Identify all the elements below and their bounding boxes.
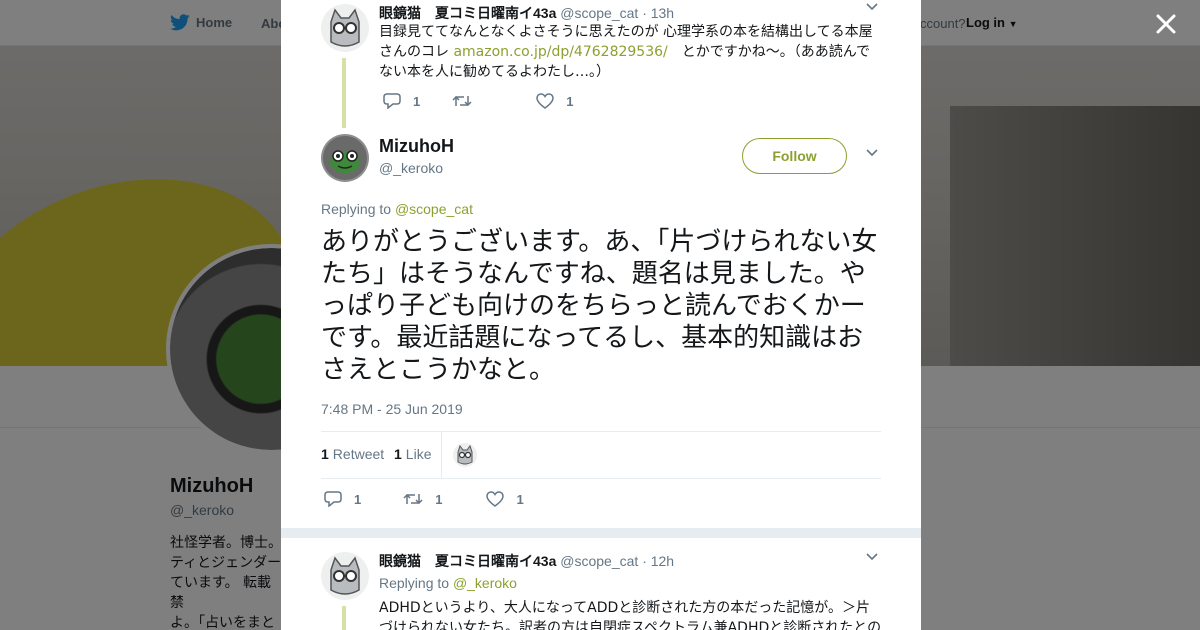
tweet-actions: 1 1 1 <box>324 491 524 507</box>
frog-avatar-icon <box>321 134 369 182</box>
reply-button[interactable]: 1 <box>324 491 361 507</box>
tweet-timestamp[interactable]: 7:48 PM - 25 Jun 2019 <box>321 401 463 417</box>
author-handle[interactable]: @_keroko <box>379 160 443 176</box>
retweets-stat[interactable]: 1 Retweet <box>321 446 384 462</box>
follow-button[interactable]: Follow <box>742 138 847 174</box>
author-handle[interactable]: @scope_cat <box>560 553 638 569</box>
cat-avatar-icon <box>453 443 477 467</box>
reply-count: 1 <box>354 491 362 507</box>
replying-to-handle[interactable]: @_keroko <box>453 575 517 591</box>
retweet-icon <box>452 95 472 107</box>
likes-stat[interactable]: 1 Like <box>394 446 431 462</box>
avatar[interactable] <box>321 134 369 182</box>
tweet-text: ADHDというより、大人になってADDと診断された方の本だった記憶が。＞片づけら… <box>379 600 882 630</box>
like-count: 1 <box>566 93 574 109</box>
replying-to-handle[interactable]: @scope_cat <box>395 201 473 217</box>
chevron-down-icon[interactable] <box>865 148 879 158</box>
reply-icon <box>383 93 401 109</box>
cat-avatar-icon <box>321 552 369 600</box>
retweet-count: 1 <box>435 491 443 507</box>
thread-line <box>342 58 346 128</box>
tweet-time[interactable]: · 13h <box>642 5 674 21</box>
tweet-header: 眼鏡猫 夏コミ日曜南イ43a @scope_cat · 13h <box>379 3 674 23</box>
tweet-header: 眼鏡猫 夏コミ日曜南イ43a @scope_cat · 12h <box>379 551 674 571</box>
retweet-button[interactable] <box>452 94 484 108</box>
retweets-label: Retweet <box>332 446 385 462</box>
reply-count: 1 <box>413 93 421 109</box>
heart-icon <box>486 491 505 507</box>
retweet-button[interactable]: 1 <box>403 492 442 507</box>
tweet-actions: 1 1 <box>383 93 573 109</box>
author-name[interactable]: MizuhoH <box>379 136 454 157</box>
like-button[interactable]: 1 <box>486 491 524 507</box>
chevron-down-icon[interactable] <box>865 2 879 12</box>
tweet-stats: 1 Retweet 1 Like <box>321 431 881 479</box>
like-button[interactable]: 1 <box>536 93 573 109</box>
tweet-text: ありがとうございます。あ、「片づけられない女たち」はそうなんですね、題名は見まし… <box>321 227 878 385</box>
cat-avatar-icon <box>321 4 369 52</box>
author-name[interactable]: 眼鏡猫 夏コミ日曜南イ43a <box>379 553 556 569</box>
retweets-count: 1 <box>321 446 329 462</box>
replying-to-label: Replying to <box>379 575 450 591</box>
stats-divider <box>441 432 442 478</box>
tweet-time[interactable]: · 12h <box>642 553 674 569</box>
heart-icon <box>536 93 554 109</box>
tweet-link[interactable]: amazon.co.jp/dp/4762829536/ <box>453 44 667 60</box>
thread-line <box>342 606 346 630</box>
avatar[interactable] <box>321 552 369 600</box>
chevron-down-icon[interactable] <box>865 552 879 562</box>
likes-label: Like <box>405 446 432 462</box>
replying-to: Replying to @_keroko <box>379 575 517 591</box>
author-name[interactable]: 眼鏡猫 夏コミ日曜南イ43a <box>379 5 556 21</box>
author-handle[interactable]: @scope_cat <box>560 5 638 21</box>
liker-avatar[interactable] <box>453 443 477 467</box>
tweet-modal: 眼鏡猫 夏コミ日曜南イ43a @scope_cat · 13h 目録見ててなんと… <box>281 0 921 630</box>
tweet-text: 目録見ててなんとなくよさそうに思えたのが 心理学系の本を結構出してる本屋さんのコ… <box>379 22 883 82</box>
reply-icon <box>324 491 342 507</box>
avatar[interactable] <box>321 4 369 52</box>
close-icon[interactable] <box>1152 10 1180 38</box>
likes-count: 1 <box>394 446 402 462</box>
reply-button[interactable]: 1 <box>383 93 420 109</box>
replying-to-label: Replying to <box>321 201 392 217</box>
replies-separator <box>281 528 921 538</box>
replying-to: Replying to @scope_cat <box>321 201 473 217</box>
retweet-icon <box>403 493 423 505</box>
like-count: 1 <box>516 491 524 507</box>
